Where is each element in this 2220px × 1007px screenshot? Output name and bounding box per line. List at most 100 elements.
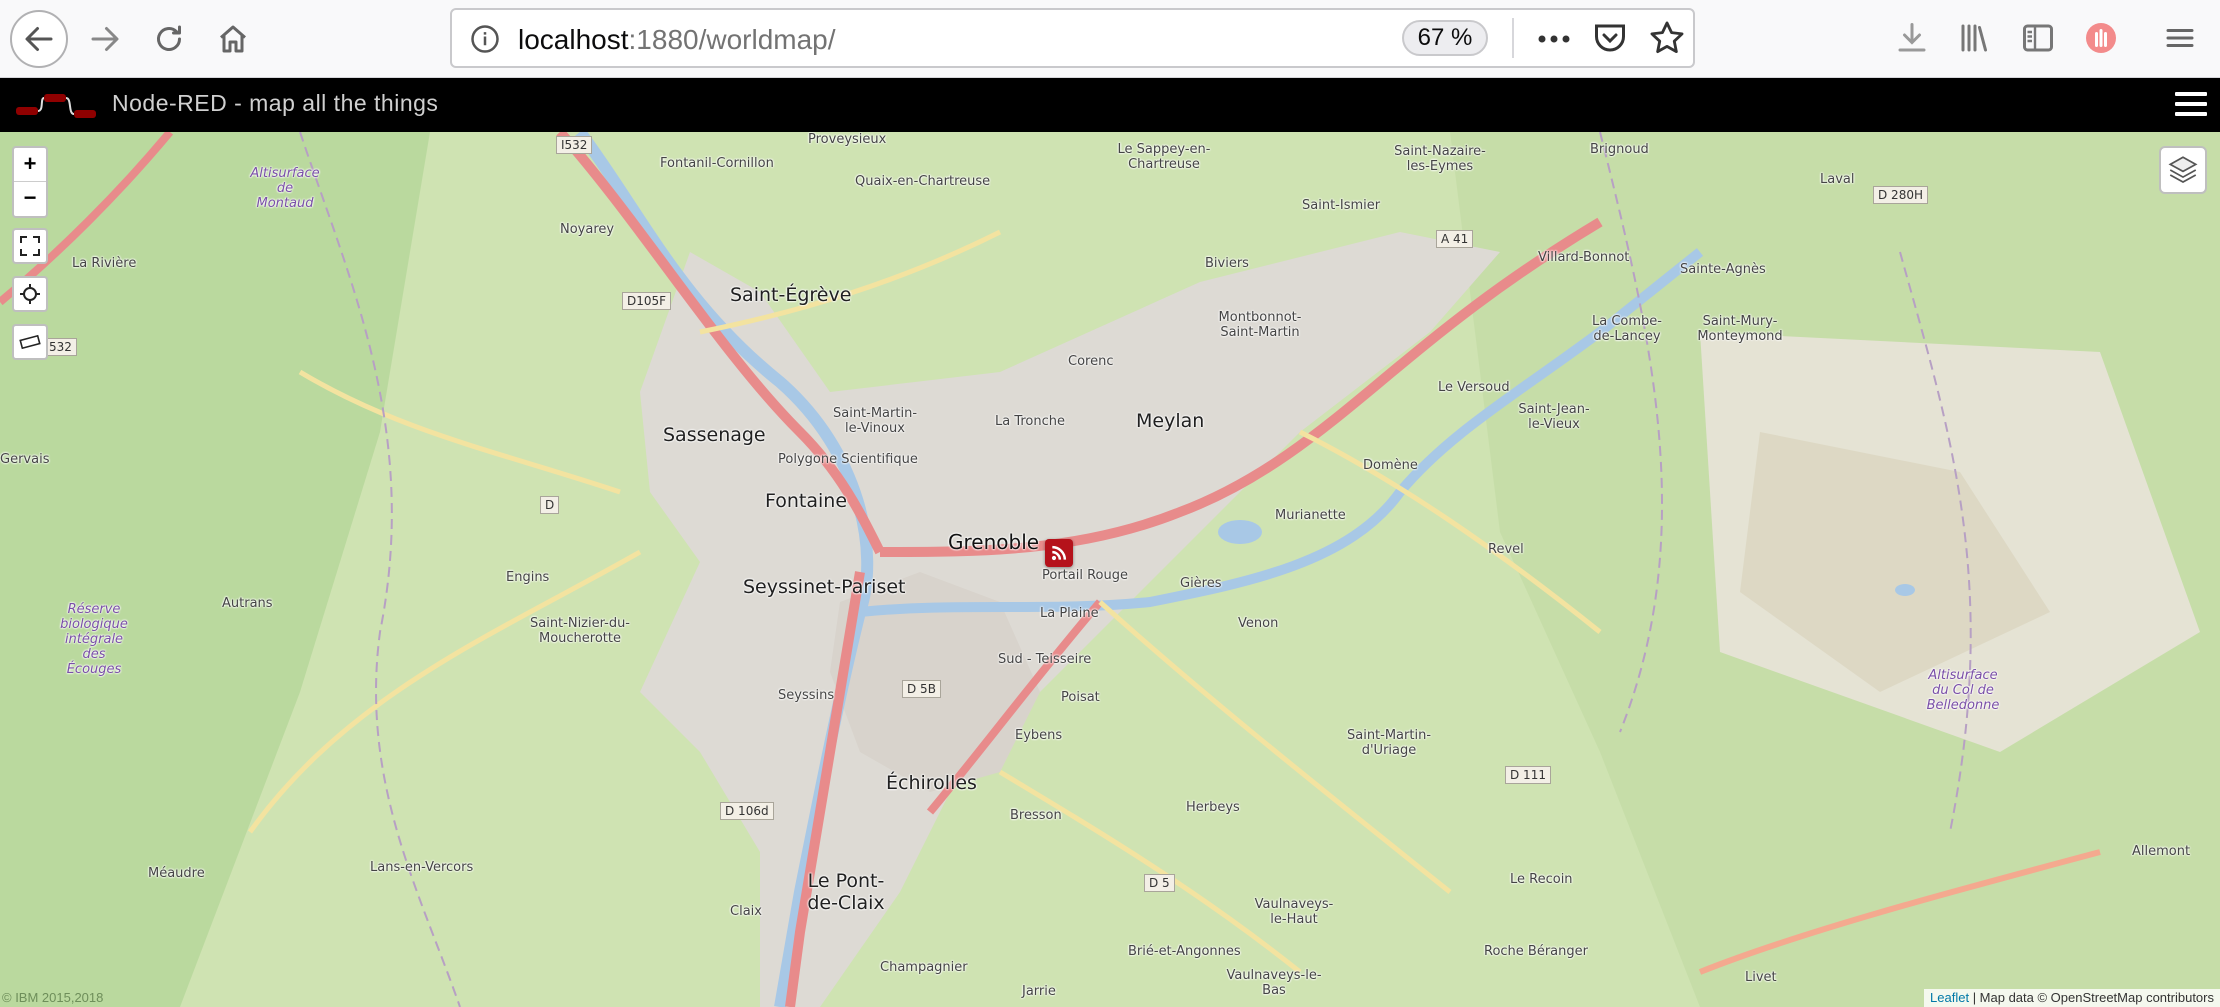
place-label: Portail Rouge — [1042, 568, 1128, 583]
fullscreen-button[interactable] — [12, 228, 48, 264]
place-label: Domène — [1363, 458, 1418, 473]
layers-icon — [2168, 156, 2198, 184]
place-label: Sainte-Agnès — [1680, 262, 1766, 277]
place-label: Fontaine — [765, 490, 848, 512]
place-label: Allemont — [2132, 844, 2191, 859]
place-label: Seyssins — [778, 688, 835, 703]
info-icon[interactable] — [470, 24, 500, 54]
forward-button[interactable] — [76, 10, 134, 68]
place-label: Montbonnot-Saint-Martin — [1218, 310, 1302, 340]
copyright-text: © IBM 2015,2018 — [2, 990, 104, 1005]
place-label: Vaulnaveys-le-Bas — [1226, 968, 1322, 998]
node-red-logo-icon — [16, 94, 96, 118]
place-label: Le Recoin — [1510, 872, 1573, 887]
place-label: Claix — [730, 904, 762, 919]
place-label: Venon — [1238, 616, 1279, 631]
more-actions-icon[interactable] — [1534, 22, 1574, 56]
place-label: Biviers — [1205, 256, 1249, 271]
road-shield: 532 — [44, 338, 77, 356]
url-bar[interactable]: localhost:1880/worldmap/ 67 % — [450, 8, 1695, 68]
place-label: Brié-et-Angonnes — [1128, 944, 1241, 959]
road-shield: D 5B — [902, 680, 941, 698]
back-arrow-icon — [25, 27, 53, 51]
extension-hand-icon[interactable] — [2079, 16, 2123, 60]
attribution-text: | Map data © OpenStreetMap contributors — [1969, 990, 2214, 1005]
url-host: localhost — [518, 24, 629, 55]
reload-icon — [157, 25, 181, 51]
road-shield: I532 — [556, 136, 593, 154]
place-label: Poisat — [1061, 690, 1100, 705]
place-label: Seyssinet-Pariset — [743, 576, 906, 598]
place-label: Villard-Bonnot — [1538, 250, 1630, 265]
reload-button[interactable] — [140, 10, 198, 68]
zoom-level-badge[interactable]: 67 % — [1402, 20, 1488, 56]
home-button[interactable] — [204, 10, 262, 68]
road-shield: D 5 — [1144, 874, 1175, 892]
leaflet-link[interactable]: Leaflet — [1930, 990, 1969, 1005]
rss-feed-icon — [1051, 545, 1067, 561]
place-label: La Rivière — [72, 256, 137, 271]
map-attribution: Leaflet | Map data © OpenStreetMap contr… — [1924, 989, 2220, 1007]
ruler-icon — [19, 334, 41, 350]
place-label: Altisurface du Col de Belledonne — [1926, 668, 2000, 713]
place-label: Quaix-en-Chartreuse — [855, 174, 991, 189]
place-label: Méaudre — [148, 866, 205, 881]
road-shield: A 41 — [1436, 230, 1474, 248]
place-label: Vaulnaveys-le-Haut — [1254, 897, 1334, 927]
zoom-in-button[interactable]: + — [14, 148, 46, 182]
place-label: Proveysieux — [808, 132, 887, 147]
zoom-out-button[interactable]: − — [14, 182, 46, 216]
home-icon — [220, 25, 246, 53]
app-header: Node-RED - map all the things — [0, 78, 2220, 132]
locate-button[interactable] — [12, 276, 48, 312]
place-label: Le Versoud — [1438, 380, 1510, 395]
place-label: Eybens — [1015, 728, 1063, 743]
road-shield: D 111 — [1505, 766, 1551, 784]
layers-button[interactable] — [2159, 146, 2207, 194]
road-shield: D — [540, 496, 560, 514]
place-label: Autrans — [222, 596, 273, 611]
place-label: Meylan — [1136, 410, 1205, 432]
rss-marker[interactable] — [1045, 539, 1073, 567]
road-shield: D 280H — [1873, 186, 1928, 204]
place-label: Jarrie — [1022, 984, 1056, 999]
measure-button[interactable] — [12, 324, 48, 360]
place-label: Saint-Jean-le-Vieux — [1518, 402, 1590, 432]
url-path: :1880/worldmap/ — [628, 24, 836, 55]
zoom-control: + − — [12, 146, 48, 218]
place-label: Champagnier — [880, 960, 968, 975]
place-label: Sassenage — [663, 424, 766, 446]
place-label: Saint-Nizier-du-Moucherotte — [529, 616, 630, 646]
place-label: Fontanil-Cornillon — [660, 156, 774, 171]
place-label: Engins — [506, 570, 550, 585]
place-label: Gières — [1180, 576, 1222, 591]
place-label: Grenoble — [948, 530, 1040, 554]
app-menu-hamburger-icon[interactable] — [2175, 92, 2207, 120]
place-label: Murianette — [1275, 508, 1346, 523]
place-label: Revel — [1488, 542, 1524, 557]
bookmark-star-icon[interactable] — [1648, 19, 1686, 57]
library-icon[interactable] — [1953, 16, 1997, 60]
place-label: Polygone Scientifique — [778, 452, 918, 467]
place-label: Saint-Martin-le-Vinoux — [832, 406, 918, 436]
place-label: Noyarey — [560, 222, 615, 237]
place-label: Saint-Mury-Monteymond — [1697, 314, 1783, 344]
place-label: Brignoud — [1590, 142, 1649, 157]
place-label: Sud - Teisseire — [998, 652, 1092, 667]
place-label: Le Sappey-en-Chartreuse — [1117, 142, 1211, 172]
place-label: La Tronche — [995, 414, 1066, 429]
pocket-icon[interactable] — [1592, 20, 1628, 56]
place-label: Corenc — [1068, 354, 1114, 369]
place-label: Saint-Nazaire-les-Eymes — [1394, 144, 1486, 174]
url-bar-divider — [1512, 18, 1514, 58]
place-label: La Combe-de-Lancey — [1592, 314, 1662, 344]
road-shield: D 106d — [720, 802, 774, 820]
browser-menu-icon[interactable] — [2158, 16, 2202, 60]
url-text[interactable]: localhost:1880/worldmap/ — [518, 24, 836, 56]
download-icon[interactable] — [1890, 16, 1934, 60]
place-label: Le Pont-de-Claix — [807, 870, 885, 914]
back-button[interactable] — [10, 10, 68, 68]
place-label: Lans-en-Vercors — [370, 860, 474, 875]
sidebar-icon[interactable] — [2016, 16, 2060, 60]
map-canvas[interactable]: Proveysieux Fontanil-Cornillon Quaix-en-… — [0, 132, 2220, 1007]
